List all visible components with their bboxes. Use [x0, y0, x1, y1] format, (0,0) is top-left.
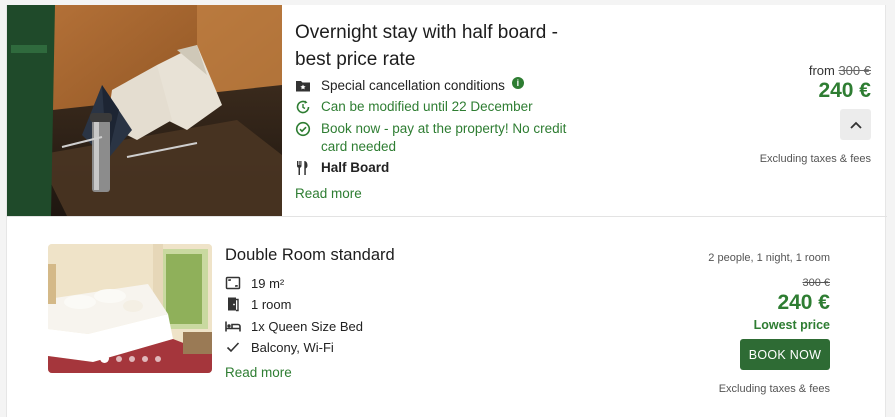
rate-collapse-button[interactable] [840, 109, 871, 140]
rate-read-more-link[interactable]: Read more [295, 186, 362, 201]
feature-label: 1x Queen Size Bed [251, 318, 364, 334]
room-read-more-link[interactable]: Read more [225, 365, 292, 380]
gallery-dots [48, 354, 212, 363]
rate-price: 240 € [818, 79, 871, 102]
dining-table-image [7, 5, 282, 216]
fork-knife-icon [295, 160, 311, 176]
room-feature-bed: 1x Queen Size Bed [225, 318, 363, 334]
room-photo-gallery[interactable] [48, 244, 212, 373]
info-icon[interactable]: i [511, 77, 524, 89]
gallery-dot[interactable] [115, 355, 122, 362]
section-divider [7, 216, 887, 217]
folder-star-icon [295, 78, 311, 94]
room-old-price: 300 € [802, 277, 830, 289]
feature-label: Can be modified until 22 December [321, 99, 533, 114]
feature-label: Special cancellation conditions [321, 78, 505, 93]
feature-label: 1 room [251, 296, 292, 312]
rate-old-price: 300 € [838, 63, 871, 78]
rate-feature-modifiable: Can be modified until 22 December [295, 98, 533, 116]
gallery-dot[interactable] [99, 354, 109, 363]
feature-label: Book now - pay at the property! No credi… [321, 121, 567, 154]
lowest-price-badge: Lowest price [753, 318, 830, 332]
gallery-dot[interactable] [141, 355, 148, 362]
hotel-room-image [48, 244, 212, 373]
room-feature-area: 19 m² [225, 275, 284, 291]
rate-feature-cancellation: Special cancellation conditions i [295, 77, 524, 95]
room-tax-note: Excluding taxes & fees [718, 383, 830, 395]
feature-label: Half Board [321, 160, 390, 175]
rate-card: Overnight stay with half board - best pr… [6, 5, 887, 417]
rate-title: Overnight stay with half board - best pr… [295, 19, 565, 73]
check-circle-icon [295, 121, 311, 137]
gallery-dot[interactable] [128, 355, 135, 362]
check-icon [225, 339, 241, 355]
rate-photo [7, 5, 282, 216]
calendar-refresh-icon [295, 99, 311, 115]
rate-from-price: from 300 € [809, 63, 871, 78]
room-title: Double Room standard [225, 246, 395, 264]
gallery-dot[interactable] [154, 355, 161, 362]
rate-feature-pay-at-property: Book now - pay at the property! No credi… [295, 120, 585, 156]
room-feature-amenities: Balcony, Wi-Fi [225, 339, 334, 355]
bed-icon [225, 318, 241, 334]
room-price: 240 € [777, 291, 830, 314]
feature-label: 19 m² [251, 275, 285, 291]
room-occupancy: 2 people, 1 night, 1 room [708, 252, 830, 264]
rate-title-line: Overnight stay with half board - [295, 22, 558, 43]
rate-tax-note: Excluding taxes & fees [759, 153, 871, 165]
feature-label: Balcony, Wi-Fi [251, 339, 334, 355]
book-now-button[interactable]: BOOK NOW [740, 339, 830, 370]
rate-title-line: best price rate [295, 49, 416, 70]
door-icon [225, 296, 241, 312]
chevron-up-icon [849, 116, 862, 134]
from-label: from [808, 63, 835, 78]
area-icon [225, 275, 241, 291]
rate-feature-board: Half Board [295, 159, 389, 177]
room-feature-rooms: 1 room [225, 296, 291, 312]
